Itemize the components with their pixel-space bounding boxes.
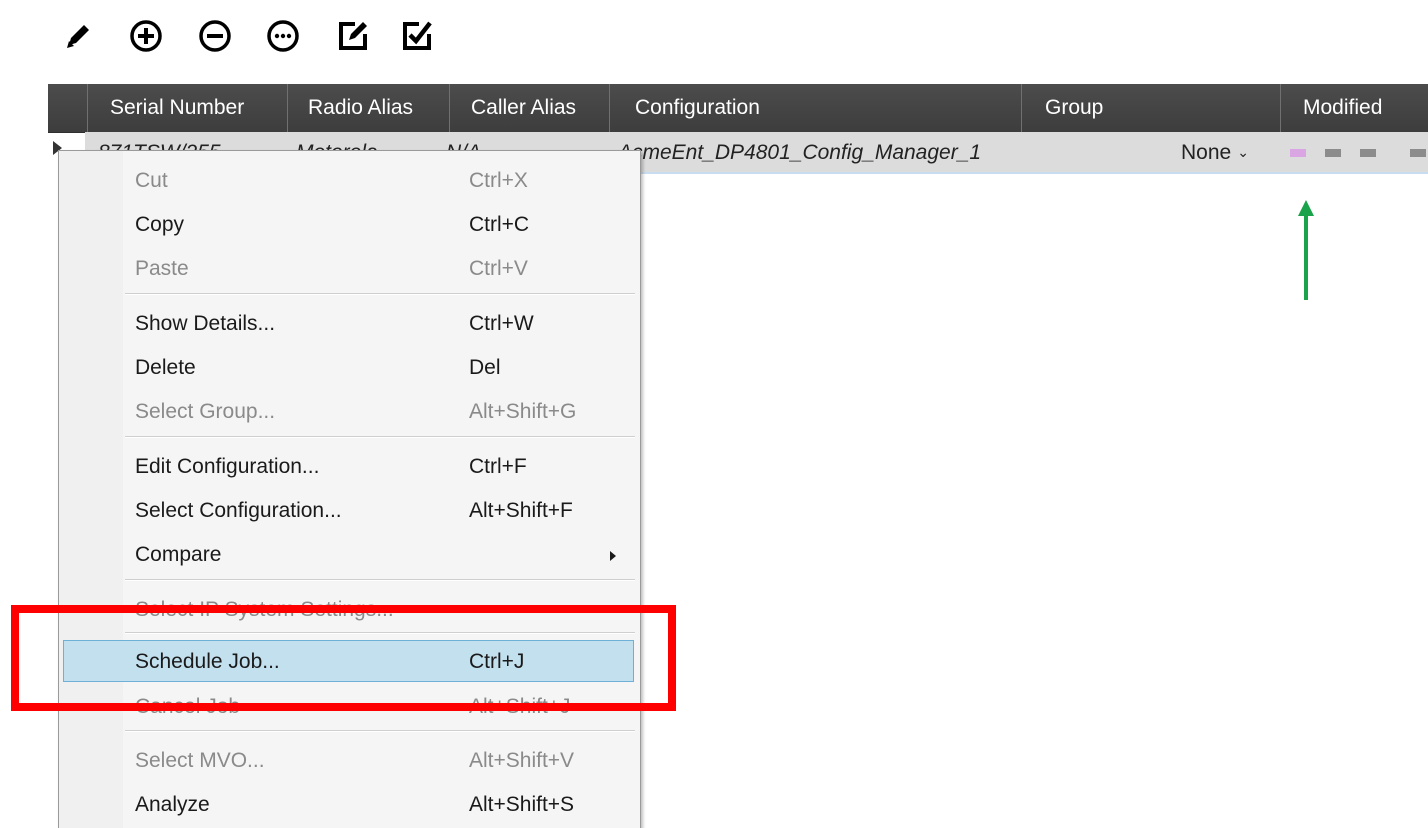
toolbar [56, 14, 464, 58]
edit-box-icon[interactable] [331, 14, 375, 58]
pencil-icon[interactable] [56, 14, 100, 58]
menu-item-delete[interactable]: Delete Del [63, 347, 634, 389]
menu-separator [125, 293, 635, 295]
column-caller-alias[interactable]: Caller Alias [449, 84, 609, 132]
check-box-edit-icon[interactable] [395, 14, 439, 58]
menu-item-cancel-job[interactable]: Cancel Job Alt+Shift+J [63, 686, 634, 728]
column-radio-alias[interactable]: Radio Alias [287, 84, 449, 132]
modified-indicator [1325, 149, 1341, 157]
chevron-down-icon: ⌄ [1237, 144, 1249, 160]
cell-configuration: AcmeEnt_DP4801_Config_Manager_1 [618, 141, 982, 164]
menu-item-analyze[interactable]: Analyze Alt+Shift+S [63, 784, 634, 826]
column-modified[interactable]: Modified [1280, 84, 1428, 132]
grid-header: Serial Number Radio Alias Caller Alias C… [48, 84, 1428, 133]
submenu-arrow-icon [610, 551, 616, 561]
menu-item-select-mvo[interactable]: Select MVO... Alt+Shift+V [63, 740, 634, 782]
menu-item-select-ip-system-settings[interactable]: Select IP System Settings... [63, 589, 634, 631]
add-circle-icon[interactable] [124, 14, 168, 58]
header-spacer [48, 84, 87, 132]
menu-item-select-group[interactable]: Select Group... Alt+Shift+G [63, 391, 634, 433]
menu-item-copy[interactable]: Copy Ctrl+C [63, 204, 634, 246]
modified-indicator [1290, 149, 1306, 157]
more-circle-icon[interactable] [261, 14, 305, 58]
menu-separator [125, 632, 635, 634]
column-serial-number[interactable]: Serial Number [87, 84, 287, 132]
context-menu: Cut Ctrl+X Copy Ctrl+C Paste Ctrl+V Show… [58, 150, 641, 828]
group-dropdown[interactable]: None ⌄ [1181, 132, 1249, 174]
menu-item-select-configuration[interactable]: Select Configuration... Alt+Shift+F [63, 490, 634, 532]
column-configuration[interactable]: Configuration [609, 84, 1021, 132]
menu-separator [125, 436, 635, 438]
group-dropdown-value: None [1181, 141, 1232, 164]
menu-item-schedule-job[interactable]: Schedule Job... Ctrl+J [63, 640, 634, 682]
menu-item-paste[interactable]: Paste Ctrl+V [63, 248, 634, 290]
menu-separator [125, 579, 635, 581]
menu-item-show-details[interactable]: Show Details... Ctrl+W [63, 303, 634, 345]
menu-item-edit-configuration[interactable]: Edit Configuration... Ctrl+F [63, 446, 634, 488]
menu-item-cut[interactable]: Cut Ctrl+X [63, 160, 634, 202]
column-group[interactable]: Group [1021, 84, 1280, 132]
menu-separator [125, 730, 635, 732]
remove-circle-icon[interactable] [193, 14, 237, 58]
menu-item-compare[interactable]: Compare [63, 534, 634, 576]
modified-indicator [1410, 149, 1426, 157]
modified-indicator [1360, 149, 1376, 157]
annotation-arrow [1298, 200, 1314, 300]
